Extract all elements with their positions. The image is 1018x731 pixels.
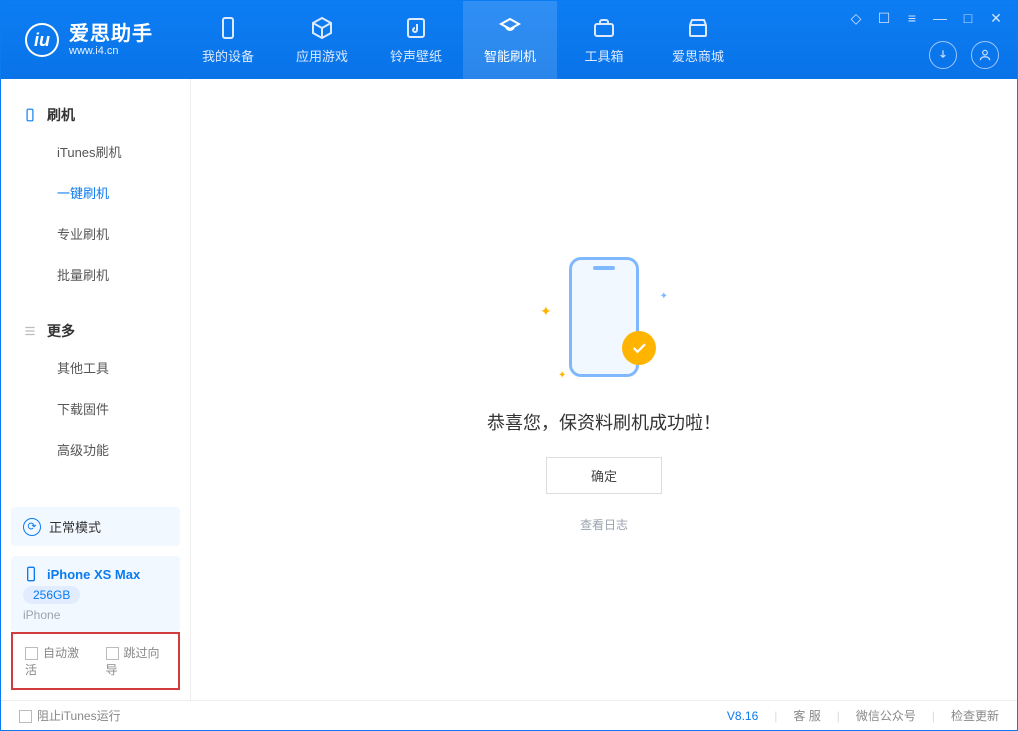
sidebar-head-label: 更多 [47,321,75,341]
sidebar-item-advanced[interactable]: 高级功能 [1,429,190,470]
tab-label: 应用游戏 [296,46,348,65]
maximize-icon[interactable]: □ [961,11,975,25]
store-icon [686,16,710,40]
sidebar-item-pro[interactable]: 专业刷机 [1,213,190,254]
sidebar-item-oneclick[interactable]: 一键刷机 [1,172,190,213]
sidebar-item-batch[interactable]: 批量刷机 [1,254,190,295]
tab-label: 铃声壁纸 [390,46,442,65]
app-header: iu 爱思助手 www.i4.cn 我的设备 应用游戏 铃声壁纸 智能刷机 工具… [1,1,1017,79]
device-name: iPhone XS Max [47,567,140,582]
sidebar-head-label: 刷机 [47,105,75,125]
device-type: iPhone [23,608,60,622]
checkbox-label: 阻止iTunes运行 [37,709,121,723]
app-name: 爱思助手 [69,24,153,44]
tab-label: 工具箱 [584,46,623,65]
refresh-icon [498,16,522,40]
download-icon [936,48,950,62]
app-url: www.i4.cn [69,46,153,57]
logo-icon: iu [25,23,59,57]
mode-card[interactable]: ⟳ 正常模式 [11,507,180,546]
tab-label: 爱思商城 [672,46,724,65]
tab-apps[interactable]: 应用游戏 [275,1,369,79]
tab-label: 我的设备 [202,46,254,65]
main-content: ✦ ✦ ✦ 恭喜您，保资料刷机成功啦！ 确定 查看日志 [191,79,1017,700]
success-message: 恭喜您，保资料刷机成功啦！ [487,409,721,435]
header-right [929,41,999,69]
tab-store[interactable]: 爱思商城 [651,1,745,79]
sidebar-head-more: 更多 [1,315,190,347]
check-update-link[interactable]: 检查更新 [951,707,999,724]
phone-icon [23,566,39,582]
device-icon [216,16,240,40]
spark-icon: ✦ [540,303,552,320]
body: 刷机 iTunes刷机 一键刷机 专业刷机 批量刷机 更多 其他工具 下载固件 … [1,79,1017,700]
skip-wizard-checkbox[interactable]: 跳过向导 [106,644,167,678]
window-controls: ◇ ☐ ≡ — □ ✕ [849,11,1003,25]
user-icon [978,48,992,62]
customer-service-link[interactable]: 客 服 [793,707,820,724]
version-label: V8.16 [727,709,758,723]
music-icon [404,16,428,40]
user-button[interactable] [971,41,999,69]
feedback-icon[interactable]: ☐ [877,11,891,25]
device-card[interactable]: iPhone XS Max 256GB iPhone [11,556,180,632]
download-button[interactable] [929,41,957,69]
sidebar-head-flash: 刷机 [1,99,190,131]
sidebar-item-itunes[interactable]: iTunes刷机 [1,131,190,172]
confirm-button[interactable]: 确定 [546,457,662,494]
list-icon [23,324,37,338]
view-log-link[interactable]: 查看日志 [580,516,628,533]
block-itunes-checkbox[interactable]: 阻止iTunes运行 [19,707,121,724]
sidebar-item-other-tools[interactable]: 其他工具 [1,347,190,388]
tab-ringtones[interactable]: 铃声壁纸 [369,1,463,79]
phone-icon [23,108,37,122]
activation-options: 自动激活 跳过向导 [11,632,180,690]
tab-smart-flash[interactable]: 智能刷机 [463,1,557,79]
check-circle-icon [622,331,656,365]
footer: 阻止iTunes运行 V8.16 | 客 服 | 微信公众号 | 检查更新 [1,700,1017,730]
wechat-link[interactable]: 微信公众号 [856,707,916,724]
success-illustration: ✦ ✦ ✦ [534,247,674,387]
mode-label: 正常模式 [49,517,101,536]
auto-activate-checkbox[interactable]: 自动激活 [25,644,86,678]
device-storage-badge: 256GB [23,586,80,604]
minimize-icon[interactable]: — [933,11,947,25]
tab-label: 智能刷机 [484,46,536,65]
cube-icon [310,16,334,40]
spark-icon: ✦ [660,291,668,302]
skin-icon[interactable]: ◇ [849,11,863,25]
tab-toolbox[interactable]: 工具箱 [557,1,651,79]
menu-icon[interactable]: ≡ [905,11,919,25]
nav-tabs: 我的设备 应用游戏 铃声壁纸 智能刷机 工具箱 爱思商城 [181,1,745,79]
tab-my-device[interactable]: 我的设备 [181,1,275,79]
spark-icon: ✦ [558,370,566,381]
close-icon[interactable]: ✕ [989,11,1003,25]
logo[interactable]: iu 爱思助手 www.i4.cn [1,23,171,57]
toolbox-icon [592,16,616,40]
sidebar-item-firmware[interactable]: 下载固件 [1,388,190,429]
sidebar: 刷机 iTunes刷机 一键刷机 专业刷机 批量刷机 更多 其他工具 下载固件 … [1,79,191,700]
mode-icon: ⟳ [23,518,41,536]
